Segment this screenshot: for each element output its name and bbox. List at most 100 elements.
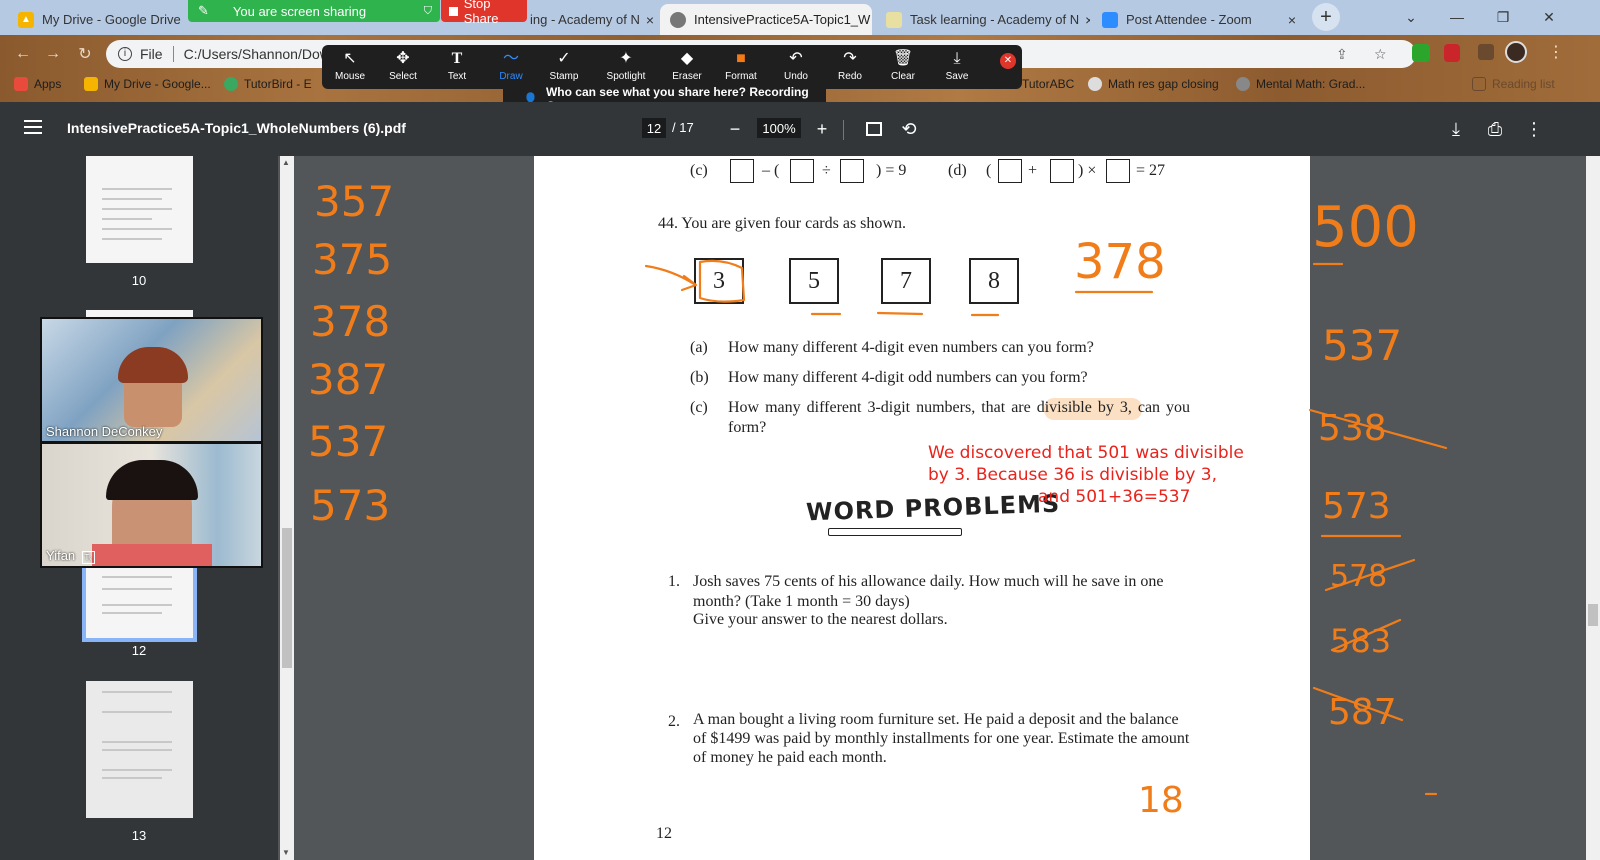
- page-scrollbar-thumb[interactable]: [1588, 604, 1598, 626]
- tool-redo[interactable]: ↷ Redo: [824, 49, 876, 87]
- sidebar-scrollbar[interactable]: [280, 156, 294, 860]
- bookmark-tutorbird[interactable]: TutorBird - E: [224, 74, 312, 94]
- bookmark-math-res[interactable]: Math res gap closing: [1088, 74, 1219, 94]
- profile-avatar[interactable]: [1505, 41, 1527, 63]
- tool-select[interactable]: ✥ Select: [377, 49, 429, 87]
- tool-save[interactable]: ⤓ Save: [931, 49, 983, 87]
- tool-eraser[interactable]: ◆ Eraser: [661, 49, 713, 87]
- participant-name-text: Yifan: [46, 548, 76, 563]
- q43-c-op: – (: [762, 162, 780, 179]
- close-tab-icon[interactable]: ×: [870, 12, 872, 28]
- pdf-toolbar: IntensivePractice5A-Topic1_WholeNumbers …: [0, 102, 1600, 156]
- pin-icon: ✎: [198, 3, 209, 18]
- checkmark-icon: ✓: [557, 50, 571, 67]
- tab-title: ing - Academy of N: [530, 12, 640, 27]
- bookmark-reading-list[interactable]: Reading list: [1472, 74, 1555, 94]
- bookmark-label: Apps: [34, 77, 62, 91]
- back-icon[interactable]: ←: [10, 41, 36, 67]
- reload-icon[interactable]: ↻: [72, 41, 98, 67]
- close-window-button[interactable]: ✕: [1526, 0, 1572, 34]
- stop-icon: [449, 6, 458, 16]
- more-options-icon[interactable]: ⋮: [1521, 116, 1547, 142]
- page-total: / 17: [672, 120, 694, 135]
- tab-task-learning[interactable]: Task learning - Academy of N ×: [876, 4, 1090, 35]
- problem-1-line: Give your answer to the nearest dollars.: [693, 611, 948, 628]
- tab-title: Task learning - Academy of N: [910, 12, 1080, 27]
- tool-spotlight[interactable]: ✦ Spotlight: [600, 49, 652, 87]
- tab-academy[interactable]: ing - Academy of N ×: [520, 4, 658, 35]
- redo-icon: ↷: [843, 50, 857, 67]
- extension-icon[interactable]: [1412, 44, 1430, 62]
- video-tile-host[interactable]: Shannon DeConkey: [40, 317, 263, 443]
- stop-share-button[interactable]: Stop Share: [441, 0, 527, 26]
- q43-c-op: ) = 9: [876, 162, 907, 179]
- tab-search-icon[interactable]: ⌄: [1388, 0, 1434, 34]
- globe-icon: [1088, 77, 1102, 91]
- zoom-annotation-toolbar: ↖ Mouse ✥ Select T Text 〜 Draw ✓ Stamp ✦ Spotl…: [322, 45, 1022, 89]
- thumbnail-label: 12: [131, 643, 147, 658]
- bookmark-star-icon[interactable]: ☆: [1374, 46, 1387, 63]
- rotate-icon[interactable]: ⟲: [896, 116, 922, 142]
- eraser-icon: ◆: [680, 50, 694, 67]
- bookmark-apps[interactable]: Apps: [14, 74, 61, 94]
- thumbnail-page-13[interactable]: [86, 681, 193, 818]
- tool-text[interactable]: T Text: [431, 49, 483, 87]
- close-tab-icon[interactable]: ×: [1282, 12, 1296, 28]
- scroll-down-arrow-icon[interactable]: ▼: [282, 848, 290, 857]
- tool-clear[interactable]: 🗑 Clear: [877, 49, 929, 87]
- subq-c-text-cont: form?: [728, 419, 767, 436]
- sidebar-scrollbar-thumb[interactable]: [282, 528, 292, 668]
- tool-format[interactable]: ■ Format: [715, 49, 767, 87]
- share-icon[interactable]: ⇪: [1336, 46, 1348, 63]
- close-annotation-icon[interactable]: ✕: [1000, 53, 1016, 69]
- fit-page-icon[interactable]: [861, 116, 887, 142]
- tab-title: Post Attendee - Zoom: [1126, 12, 1252, 27]
- restore-button[interactable]: ❐: [1480, 0, 1526, 34]
- close-tab-icon[interactable]: ×: [640, 12, 654, 28]
- page-scrollbar[interactable]: [1586, 156, 1600, 860]
- ublock-icon[interactable]: [1444, 44, 1460, 62]
- bookmark-label: Mental Math: Grad...: [1256, 77, 1366, 91]
- annotation-note-line: and 501+36=537: [1038, 487, 1191, 507]
- tool-mouse[interactable]: ↖ Mouse: [324, 49, 376, 87]
- zoom-in-icon[interactable]: +: [809, 116, 835, 142]
- bookmark-my-drive[interactable]: My Drive - Google...: [84, 74, 211, 94]
- problem-2-line: of money he paid each month.: [693, 749, 887, 766]
- tab-pdf[interactable]: IntensivePractice5A-Topic1_W ×: [660, 4, 872, 35]
- download-icon[interactable]: ⤓: [1443, 116, 1469, 142]
- tab-my-drive[interactable]: ▲ My Drive - Google Drive: [8, 4, 188, 35]
- annotation-note-line: We discovered that 501 was divisible: [928, 443, 1244, 463]
- puzzle-icon[interactable]: [1478, 44, 1494, 60]
- scroll-up-arrow-icon[interactable]: ▲: [282, 158, 290, 167]
- bookmark-label: TutorABC: [1022, 77, 1075, 91]
- print-icon[interactable]: ⎙: [1482, 116, 1508, 142]
- text-icon: T: [451, 50, 463, 67]
- tool-label: Text: [447, 71, 467, 82]
- page-number-input[interactable]: 12: [642, 118, 666, 138]
- tool-label: Draw: [499, 71, 523, 82]
- thumbnail-page-12[interactable]: [82, 562, 197, 642]
- video-tile-student[interactable]: Yifan Tₓ: [40, 442, 263, 568]
- tab-zoom[interactable]: Post Attendee - Zoom ×: [1092, 4, 1306, 35]
- bookmark-mental-math[interactable]: Mental Math: Grad...: [1236, 74, 1365, 94]
- zoom-out-icon[interactable]: −: [722, 116, 748, 142]
- bookmark-tutorabc[interactable]: TutorABC: [1022, 74, 1074, 94]
- screen-sharing-indicator: ✎ You are screen sharing ⛉: [188, 0, 440, 22]
- tool-undo[interactable]: ↶ Undo: [770, 49, 822, 87]
- close-tab-icon[interactable]: ×: [1079, 12, 1090, 28]
- address-scheme: File: [140, 46, 163, 62]
- zoom-level-input[interactable]: 100%: [757, 118, 801, 138]
- pdf-filename: IntensivePractice5A-Topic1_WholeNumbers …: [67, 120, 406, 136]
- tool-stamp[interactable]: ✓ Stamp: [538, 49, 590, 87]
- student-shirt: [92, 544, 212, 566]
- tool-draw[interactable]: 〜 Draw: [485, 49, 537, 87]
- hamburger-menu-icon[interactable]: [24, 120, 42, 134]
- new-tab-button[interactable]: +: [1312, 3, 1340, 31]
- minimize-button[interactable]: —: [1434, 0, 1480, 34]
- thumbnail-page-10[interactable]: [86, 156, 193, 263]
- number-card: 3: [694, 258, 744, 304]
- forward-icon[interactable]: →: [40, 41, 66, 67]
- annotation-note-line: by 3. Because 36 is divisible by 3,: [928, 465, 1218, 485]
- chrome-menu-icon[interactable]: ⋮: [1548, 42, 1564, 62]
- tool-label: Clear: [891, 71, 915, 82]
